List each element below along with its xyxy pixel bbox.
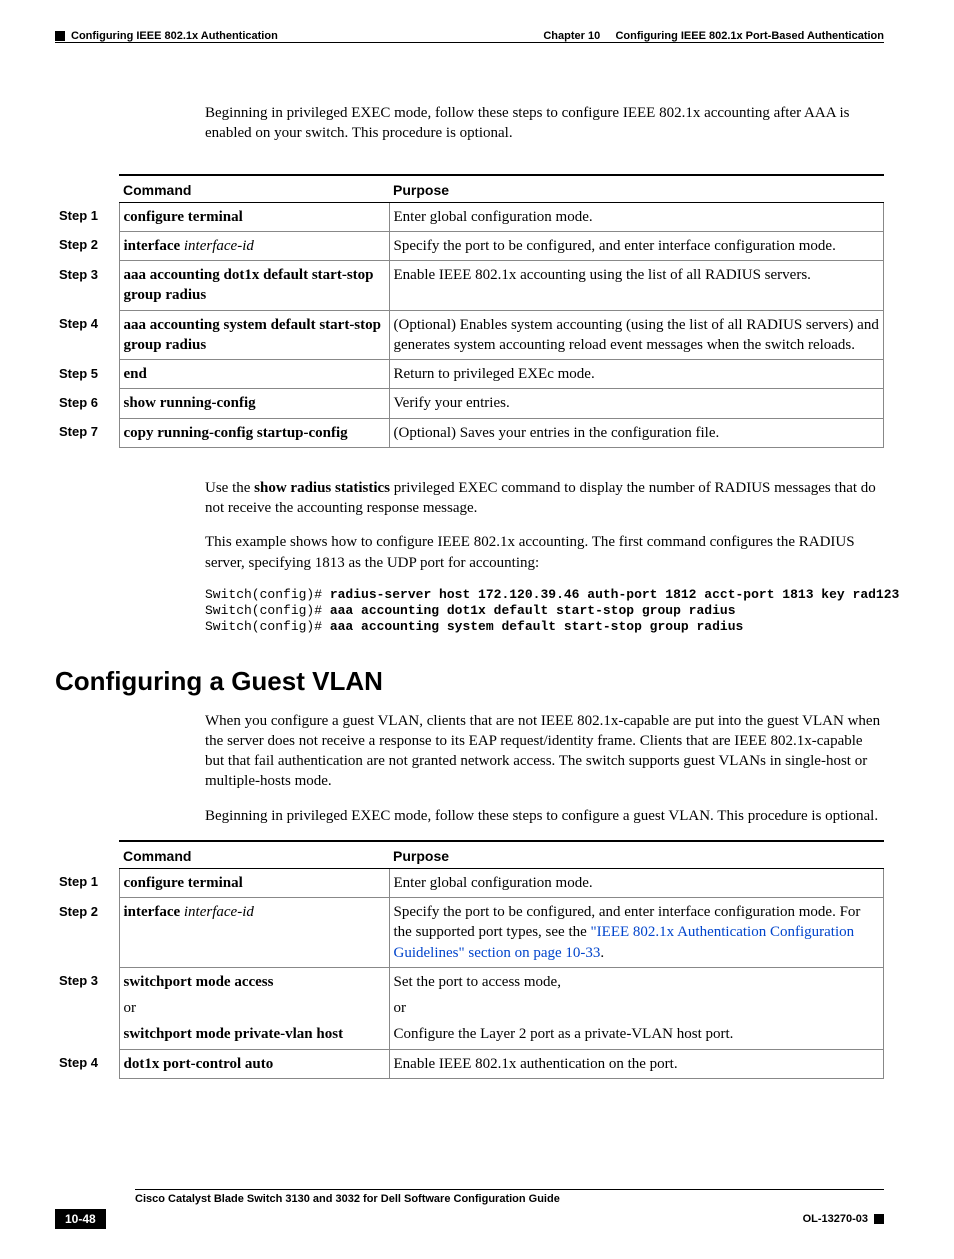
intro-paragraph: Beginning in privileged EXEC mode, follo… [205,103,884,144]
header-chapter-title: Configuring IEEE 802.1x Port-Based Authe… [615,30,884,42]
guest-vlan-steps-table: Command Purpose Step 1 configure termina… [55,840,884,1079]
table-row-step: Step 1 [55,868,119,897]
cli-example: Switch(config)# radius-server host 172.1… [205,587,884,636]
table1-purpose-header: Purpose [389,175,884,203]
table-row-command: interface interface-id [119,231,389,260]
show-radius-paragraph: Use the show radius statistics privilege… [205,478,884,519]
table-row-step: Step 2 [55,898,119,968]
footer-doc-title: Cisco Catalyst Blade Switch 3130 and 303… [135,1193,884,1205]
guest-vlan-paragraph-1: When you configure a guest VLAN, clients… [205,711,884,792]
table-row-command: dot1x port-control auto [119,1049,389,1078]
accounting-steps-table: Command Purpose Step 1 configure termina… [55,174,884,448]
table-row-purpose: Specify the port to be configured, and e… [389,231,884,260]
table-row-command: configure terminal [119,202,389,231]
section-heading-guest-vlan: Configuring a Guest VLAN [55,666,884,697]
header-left-text: Configuring IEEE 802.1x Authentication [71,30,278,42]
table-row-command: interface interface-id [119,898,389,968]
table-row-command: end [119,360,389,389]
table-row-step: Step 3 [55,967,119,1049]
footer-marker-icon [874,1214,884,1224]
table-row-purpose: Enter global configuration mode. [389,868,884,897]
table-row-step: Step 7 [55,418,119,447]
table-row-step: Step 4 [55,1049,119,1078]
table-row-step: Step 6 [55,389,119,418]
table-row-purpose: Set the port to access mode, or Configur… [389,967,884,1049]
running-header: Configuring IEEE 802.1x Authentication C… [55,30,884,43]
table-row-command: copy running-config startup-config [119,418,389,447]
table-row-command: aaa accounting dot1x default start-stop … [119,261,389,311]
table-row-command: switchport mode access or switchport mod… [119,967,389,1049]
footer-doc-id: OL-13270-03 [803,1213,868,1225]
table-row-purpose: Return to privileged EXEc mode. [389,360,884,389]
table-row-purpose: Enable IEEE 802.1x accounting using the … [389,261,884,311]
table-row-purpose: Enable IEEE 802.1x authentication on the… [389,1049,884,1078]
table-row-command: show running-config [119,389,389,418]
page-footer: Cisco Catalyst Blade Switch 3130 and 303… [55,1189,884,1229]
table2-purpose-header: Purpose [389,841,884,869]
page-number: 10-48 [55,1209,106,1229]
table-row-command: aaa accounting system default start-stop… [119,310,389,360]
table-row-step: Step 2 [55,231,119,260]
example-intro-paragraph: This example shows how to configure IEEE… [205,532,884,573]
table-row-command: configure terminal [119,868,389,897]
table-row-purpose: Verify your entries. [389,389,884,418]
table-row-step: Step 3 [55,261,119,311]
header-chapter: Chapter 10 [543,30,600,42]
table-row-step: Step 4 [55,310,119,360]
table-row-step: Step 1 [55,202,119,231]
table2-command-header: Command [119,841,389,869]
table-row-step: Step 5 [55,360,119,389]
table-row-purpose: (Optional) Enables system accounting (us… [389,310,884,360]
table1-command-header: Command [119,175,389,203]
table-row-purpose: Specify the port to be configured, and e… [389,898,884,968]
header-marker-icon [55,31,65,41]
table-row-purpose: Enter global configuration mode. [389,202,884,231]
table-row-purpose: (Optional) Saves your entries in the con… [389,418,884,447]
guest-vlan-paragraph-2: Beginning in privileged EXEC mode, follo… [205,806,884,826]
